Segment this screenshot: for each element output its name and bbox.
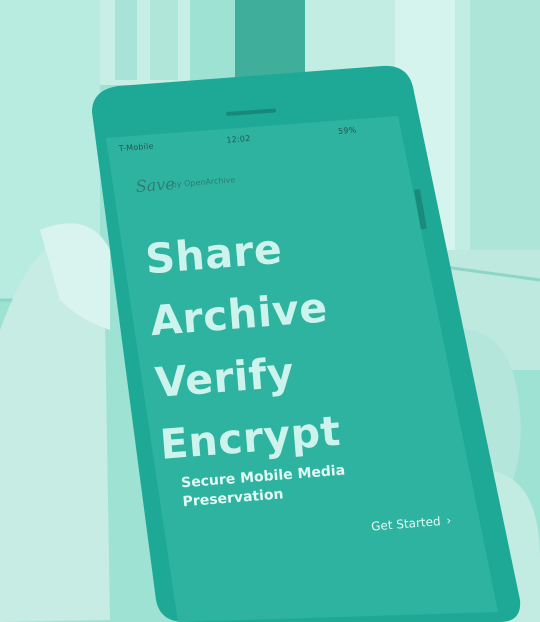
get-started-label: Get Started [370, 514, 442, 534]
chevron-right-icon: › [445, 513, 452, 528]
get-started-button[interactable]: Get Started › [371, 513, 452, 533]
battery-percent: 59% [337, 125, 357, 136]
save-logo: Save [135, 173, 176, 196]
headline: Share Archive Verify Encrypt [143, 205, 462, 476]
phone-screen: T-Mobile 12:02 59% Save by OpenArchive S… [96, 114, 459, 569]
carrier-label: T-Mobile [118, 141, 154, 154]
clock-time: 12:02 [226, 133, 251, 145]
brand-byline: by OpenArchive [171, 175, 236, 190]
